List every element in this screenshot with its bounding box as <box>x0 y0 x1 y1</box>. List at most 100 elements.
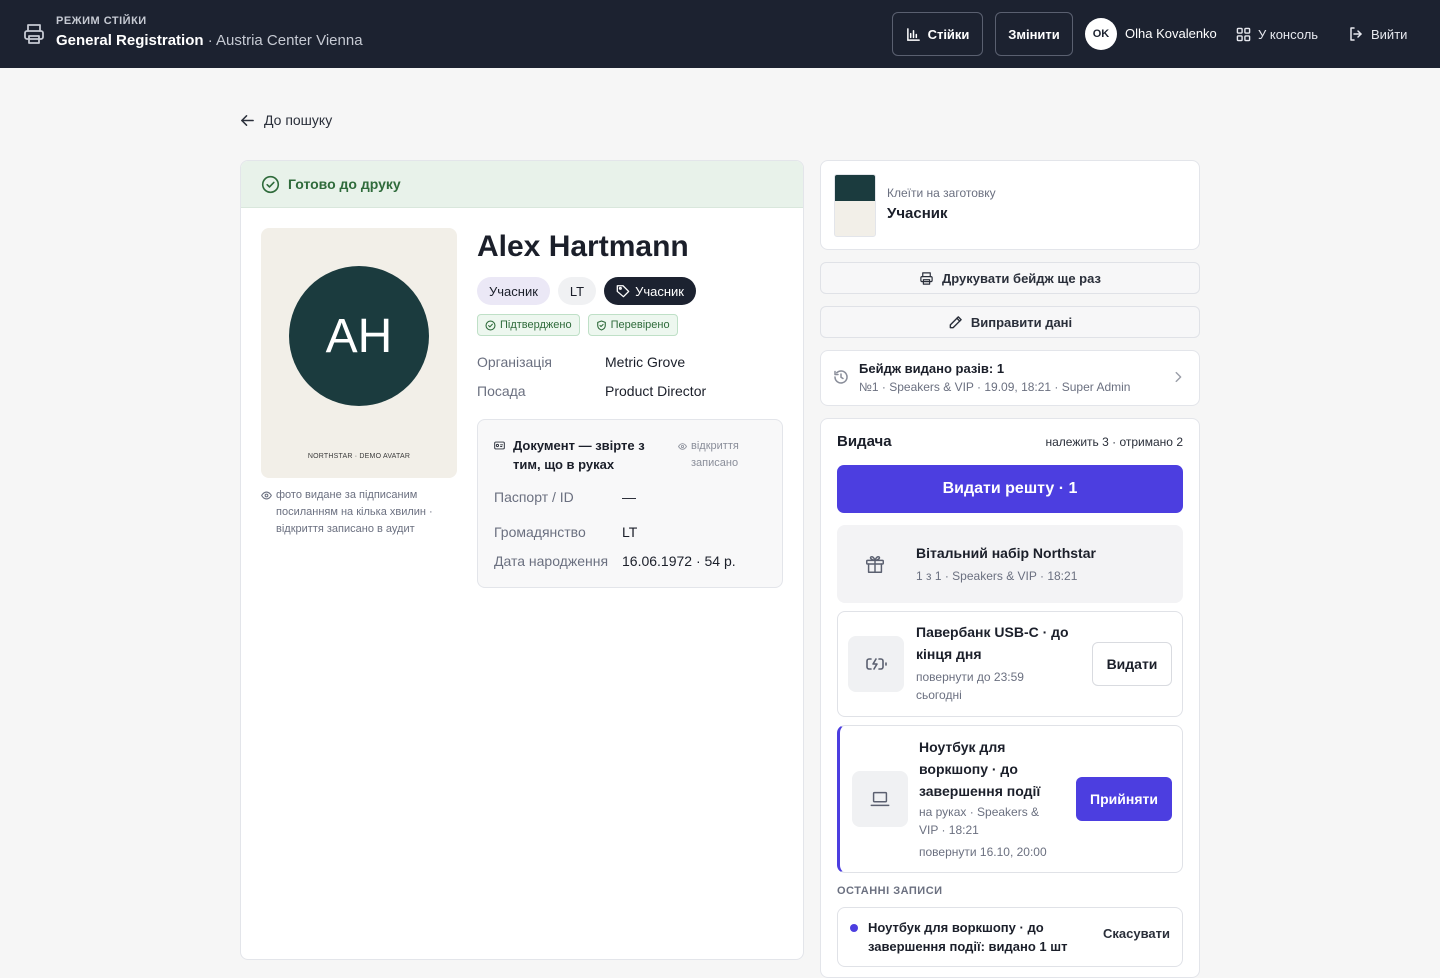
organization-label: Організація <box>477 354 553 370</box>
top-bar: РЕЖИМ СТІЙКИ General Registration · Aust… <box>0 0 1440 68</box>
photo-note-text: фото видане за підписаним посиланням на … <box>276 489 433 535</box>
ready-label: Готово до друку <box>288 176 401 192</box>
battery-charging-icon <box>848 636 904 692</box>
ready-status-bar: Готово до друку <box>241 161 803 208</box>
recent-records-heading: ОСТАННІ ЗАПИСИ <box>837 885 943 897</box>
accept-return-button[interactable]: Прийняти <box>1076 777 1172 821</box>
bar-chart-icon <box>906 27 921 42</box>
mode-label: РЕЖИМ СТІЙКИ <box>56 15 147 27</box>
issue-item-button[interactable]: Видати <box>1092 642 1172 686</box>
badge-thumbnail <box>834 174 876 237</box>
history-subtitle: №1 · Speakers & VIP · 19.09, 18:21 · Sup… <box>859 380 1131 394</box>
logout-icon <box>1348 26 1364 42</box>
passport-row: Паспорт / ID — <box>494 489 636 505</box>
citizenship-row: Громадянство LT <box>494 524 637 540</box>
back-link[interactable]: До пошуку <box>240 112 332 128</box>
attendee-name: Alex Hartmann <box>477 230 689 263</box>
laptop-icon <box>852 771 908 827</box>
printer-icon <box>22 22 46 46</box>
item-status: 1 з 1 · Speakers & VIP · 18:21 <box>916 569 1078 583</box>
stands-button[interactable]: Стійки <box>892 12 983 56</box>
passport-value: — <box>622 489 636 505</box>
console-link[interactable]: У консоль <box>1236 22 1318 46</box>
item-name: Павербанк USB-C · до кінця дня <box>916 624 1069 662</box>
id-card-icon <box>494 436 505 474</box>
tag-chip-label: Учасник <box>635 283 684 299</box>
tag-icon <box>616 284 630 298</box>
chevron-right-icon <box>1171 370 1185 384</box>
logout-label: Вийти <box>1371 26 1408 42</box>
gift-icon <box>847 536 903 592</box>
item-return-deadline: повернути 16.10, 20:00 <box>919 845 1047 859</box>
cancel-record-button[interactable]: Скасувати <box>1103 926 1170 941</box>
history-title: Бейдж видано разів: 1 <box>859 361 1005 376</box>
photo-caption: NORTHSTAR · DEMO AVATAR <box>307 453 411 460</box>
verified-badge: Перевірено <box>587 314 678 336</box>
history-icon <box>833 369 849 385</box>
back-label: До пошуку <box>264 112 333 128</box>
confirmed-label: Підтверджено <box>500 319 572 331</box>
birth-date-row: Дата народження 16.06.1972 · 54 р. <box>494 553 736 569</box>
document-panel: Документ — звірте з тим, що в руках відк… <box>477 419 783 588</box>
user-name[interactable]: Olha Kovalenko <box>1125 26 1217 41</box>
organization-row: Організація Metric Grove <box>477 354 685 370</box>
badge-template-card: Клеїти на заготовку Учасник <box>820 160 1200 250</box>
badge-history-card[interactable]: Бейдж видано разів: 1 №1 · Speakers & VI… <box>820 350 1200 406</box>
issuance-item: Вітальний набір Northstar 1 з 1 · Speake… <box>837 525 1183 603</box>
stands-label: Стійки <box>927 26 970 42</box>
change-label: Змінити <box>1008 26 1060 42</box>
shield-check-icon <box>596 319 607 331</box>
venue-name: · Austria Center Vienna <box>207 32 363 49</box>
verification-badges: Підтверджено Перевірено <box>477 314 678 336</box>
issuance-card: Видача належить 3 · отримано 2 Видати ре… <box>820 418 1200 978</box>
opening-recorded-label: відкриття записано <box>691 440 739 469</box>
attendee-chips: Учасник LT Учасник <box>477 277 696 305</box>
item-name: Вітальний набір Northstar <box>916 545 1096 561</box>
position-value: Product Director <box>605 383 707 399</box>
logout-link[interactable]: Вийти <box>1348 22 1407 46</box>
attendee-photo: AH NORTHSTAR · DEMO AVATAR <box>261 228 457 478</box>
citizenship-value: LT <box>622 524 638 540</box>
verified-label: Перевірено <box>610 319 670 331</box>
passport-label: Паспорт / ID <box>494 489 574 505</box>
citizenship-label: Громадянство <box>494 524 586 540</box>
attendee-card: Готово до друку AH NORTHSTAR · DEMO AVAT… <box>240 160 804 960</box>
grid-icon <box>1236 27 1251 42</box>
issue-remaining-button[interactable]: Видати решту · 1 <box>837 465 1183 513</box>
reprint-badge-button[interactable]: Друкувати бейдж ще раз <box>820 262 1200 294</box>
avatar[interactable]: OK <box>1085 18 1117 50</box>
check-circle-icon <box>485 319 496 331</box>
eye-icon <box>678 438 687 472</box>
check-circle-icon <box>261 175 280 194</box>
template-label: Клеїти на заготовку <box>887 186 996 200</box>
event-title: General Registration · Austria Center Vi… <box>56 32 363 49</box>
issuance-item: Павербанк USB-C · до кінця дня повернути… <box>837 611 1183 717</box>
console-label: У консоль <box>1258 26 1319 42</box>
birth-date-label: Дата народження <box>494 553 609 569</box>
photo-note: фото видане за підписаним посиланням на … <box>261 487 461 538</box>
confirmed-badge: Підтверджено <box>477 314 580 336</box>
item-name: Ноутбук для воркшопу · до завершення под… <box>919 739 1041 799</box>
opening-recorded-note: відкриття записано <box>678 438 774 472</box>
pencil-icon <box>948 315 963 330</box>
document-heading: Документ — звірте з тим, що в руках <box>494 436 654 474</box>
language-chip: LT <box>557 277 597 305</box>
item-status: повернути до 23:59 сьогодні <box>916 670 1024 702</box>
arrow-left-icon <box>240 113 255 128</box>
change-button[interactable]: Змінити <box>995 12 1073 56</box>
event-name: General Registration <box>56 32 204 49</box>
status-dot <box>850 924 858 932</box>
recent-record: Ноутбук для воркшопу · до завершення под… <box>837 907 1183 967</box>
category-tag-chip: Учасник <box>604 277 696 305</box>
document-title: Документ — звірте з тим, що в руках <box>513 438 645 472</box>
photo-initials: AH <box>289 266 429 406</box>
edit-data-button[interactable]: Виправити дані <box>820 306 1200 338</box>
position-label: Посада <box>477 383 526 399</box>
template-value: Учасник <box>887 205 948 222</box>
item-status: на руках · Speakers & VIP · 18:21 <box>919 805 1040 837</box>
issuance-counts: належить 3 · отримано 2 <box>1045 435 1183 449</box>
position-row: Посада Product Director <box>477 383 706 399</box>
edit-label: Виправити дані <box>970 314 1073 330</box>
recent-record-text: Ноутбук для воркшопу · до завершення под… <box>868 920 1068 954</box>
eye-icon <box>261 487 272 538</box>
